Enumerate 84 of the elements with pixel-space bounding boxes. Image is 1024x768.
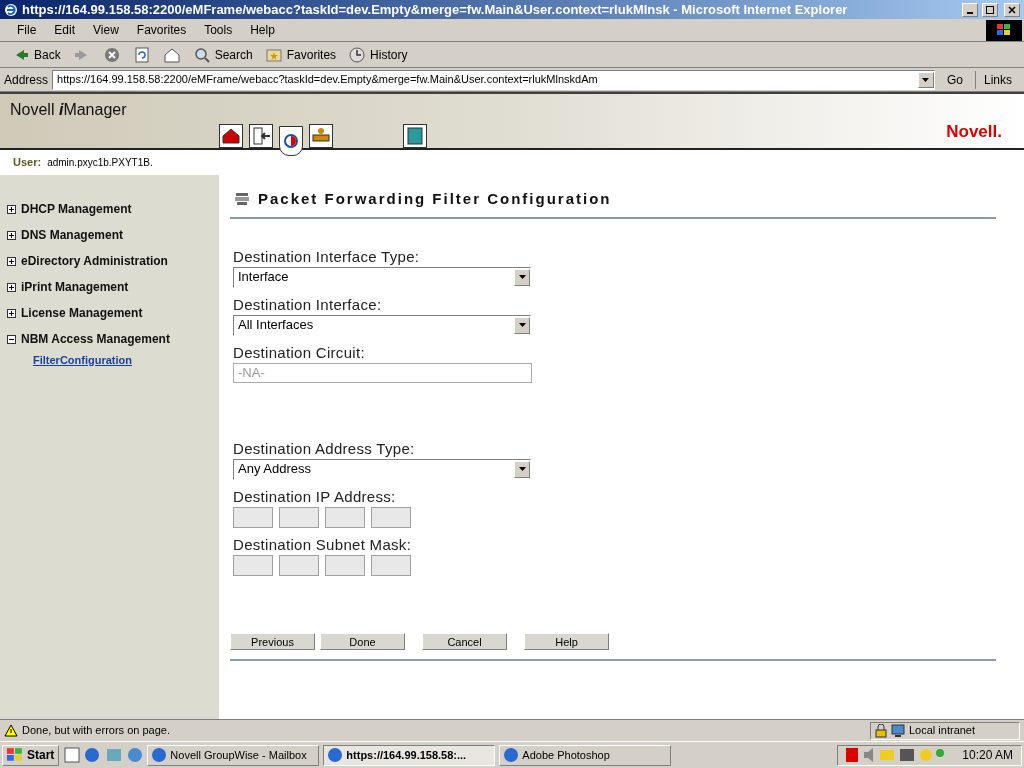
- sidebar-item[interactable]: DNS Management: [21, 226, 124, 244]
- field-label: Destination Address Type:: [233, 438, 416, 459]
- taskbar-button[interactable]: Novell GroupWise - Mailbox: [147, 744, 320, 766]
- caret-icon: [514, 268, 530, 286]
- app-icon: [504, 748, 519, 762]
- menu-item[interactable]: Favorites: [127, 21, 196, 39]
- caret-icon: [917, 71, 934, 88]
- address-field[interactable]: https://164.99.158.58:2200/eMFrame/webacc?taskId=dev.Empty&merge=fw.Main&User.context=rlukMlnskdAm: [52, 69, 935, 90]
- windows-logo-icon: [986, 19, 1022, 41]
- close-icon: [1008, 5, 1016, 14]
- links-button[interactable]: Links: [975, 70, 1020, 89]
- toolbar-button[interactable]: Back: [8, 45, 65, 64]
- zone-text: Local intranet: [909, 723, 976, 739]
- expand-icon[interactable]: [7, 282, 16, 292]
- form-button[interactable]: Done: [320, 632, 405, 650]
- form-button[interactable]: Previous: [230, 632, 315, 650]
- sidebar-link[interactable]: FilterConfiguration: [33, 352, 219, 369]
- toolbar-button[interactable]: Favorites: [260, 45, 341, 64]
- field-label: Destination Interface:: [233, 294, 383, 315]
- dropdown[interactable]: Interface: [233, 266, 531, 288]
- sidebar-item[interactable]: iPrint Management: [21, 278, 129, 296]
- sidebar-item[interactable]: NBM Access Management: [21, 330, 170, 348]
- collapse-icon[interactable]: [7, 334, 16, 344]
- page-title: Packet Forwarding Filter Configuration: [258, 189, 612, 209]
- dropdown[interactable]: All Interfaces: [233, 314, 531, 336]
- go-button[interactable]: Go: [938, 70, 971, 89]
- taskbar-button[interactable]: https://164.99.158.58:...: [323, 744, 496, 766]
- status-text: Done, but with errors on page.: [22, 723, 171, 739]
- field-label: Destination Circuit:: [233, 342, 366, 363]
- toolbar-button[interactable]: Search: [188, 45, 257, 64]
- nav-button[interactable]: [279, 126, 303, 156]
- field-label: Destination Subnet Mask:: [233, 534, 413, 555]
- nav-button[interactable]: [219, 124, 243, 148]
- taskbar-button[interactable]: Adobe Photoshop: [499, 744, 672, 766]
- nav-button[interactable]: [403, 124, 427, 148]
- expand-icon[interactable]: [7, 256, 16, 266]
- menu-item[interactable]: File: [8, 21, 46, 39]
- search-icon: [192, 45, 211, 64]
- expand-icon[interactable]: [7, 204, 16, 214]
- form-button[interactable]: Help: [524, 632, 609, 650]
- close-button[interactable]: [1004, 2, 1020, 17]
- form-button[interactable]: Cancel: [422, 632, 507, 650]
- app-icon: [152, 748, 167, 762]
- history-icon: [348, 45, 367, 64]
- sidebar-item[interactable]: License Management: [21, 304, 143, 322]
- warning-icon: [4, 724, 18, 737]
- app-icon: [328, 748, 343, 762]
- menu-item[interactable]: Help: [241, 21, 284, 39]
- refresh-icon: [132, 45, 151, 64]
- exit-icon: [250, 125, 272, 147]
- filter-icon: [234, 191, 250, 208]
- windows-logo-icon: [7, 748, 23, 762]
- sidebar-item[interactable]: DHCP Management: [21, 200, 132, 218]
- lock-icon: [875, 723, 887, 738]
- minimize-icon: [967, 11, 973, 14]
- nav-button[interactable]: [249, 124, 273, 148]
- menu-item[interactable]: Edit: [45, 21, 85, 39]
- field-label: Destination Interface Type:: [233, 246, 421, 267]
- menu-item[interactable]: Tools: [195, 21, 242, 39]
- sidebar-item[interactable]: eDirectory Administration: [21, 252, 168, 270]
- maximize-button[interactable]: [982, 2, 998, 17]
- caret-icon: [514, 460, 530, 478]
- address-label: Address: [4, 71, 49, 89]
- menu-item[interactable]: View: [84, 21, 128, 39]
- maximize-icon: [986, 5, 994, 14]
- intranet-icon: [891, 723, 905, 738]
- nav-button[interactable]: [309, 124, 333, 148]
- window-title: https://164.99.158.58:2200/eMFrame/webacc?taskId=dev.Empty&merge=fw.Main&User.context=rlukMlnsk - Microsoft Internet Explorer: [22, 0, 849, 19]
- stop-icon: [102, 45, 121, 64]
- browser-icon: [4, 2, 18, 17]
- help-icon: [404, 125, 426, 147]
- app-title: Novell iManager: [9, 100, 128, 120]
- start-button[interactable]: Start: [2, 744, 60, 766]
- toolbar-button[interactable]: History: [344, 45, 412, 64]
- field-label: Destination IP Address:: [233, 486, 397, 507]
- expand-icon[interactable]: [7, 230, 16, 240]
- clock: 10:20 AM: [962, 747, 1013, 764]
- dropdown[interactable]: Any Address: [233, 458, 531, 480]
- user-name: admin.pxyc1b.PXYT1B.: [47, 156, 153, 170]
- user-label: User:: [13, 155, 42, 171]
- caret-icon: [514, 316, 530, 334]
- minimize-button[interactable]: [962, 2, 978, 17]
- expand-icon[interactable]: [7, 308, 16, 318]
- novell-logo: Novell.: [946, 120, 1002, 143]
